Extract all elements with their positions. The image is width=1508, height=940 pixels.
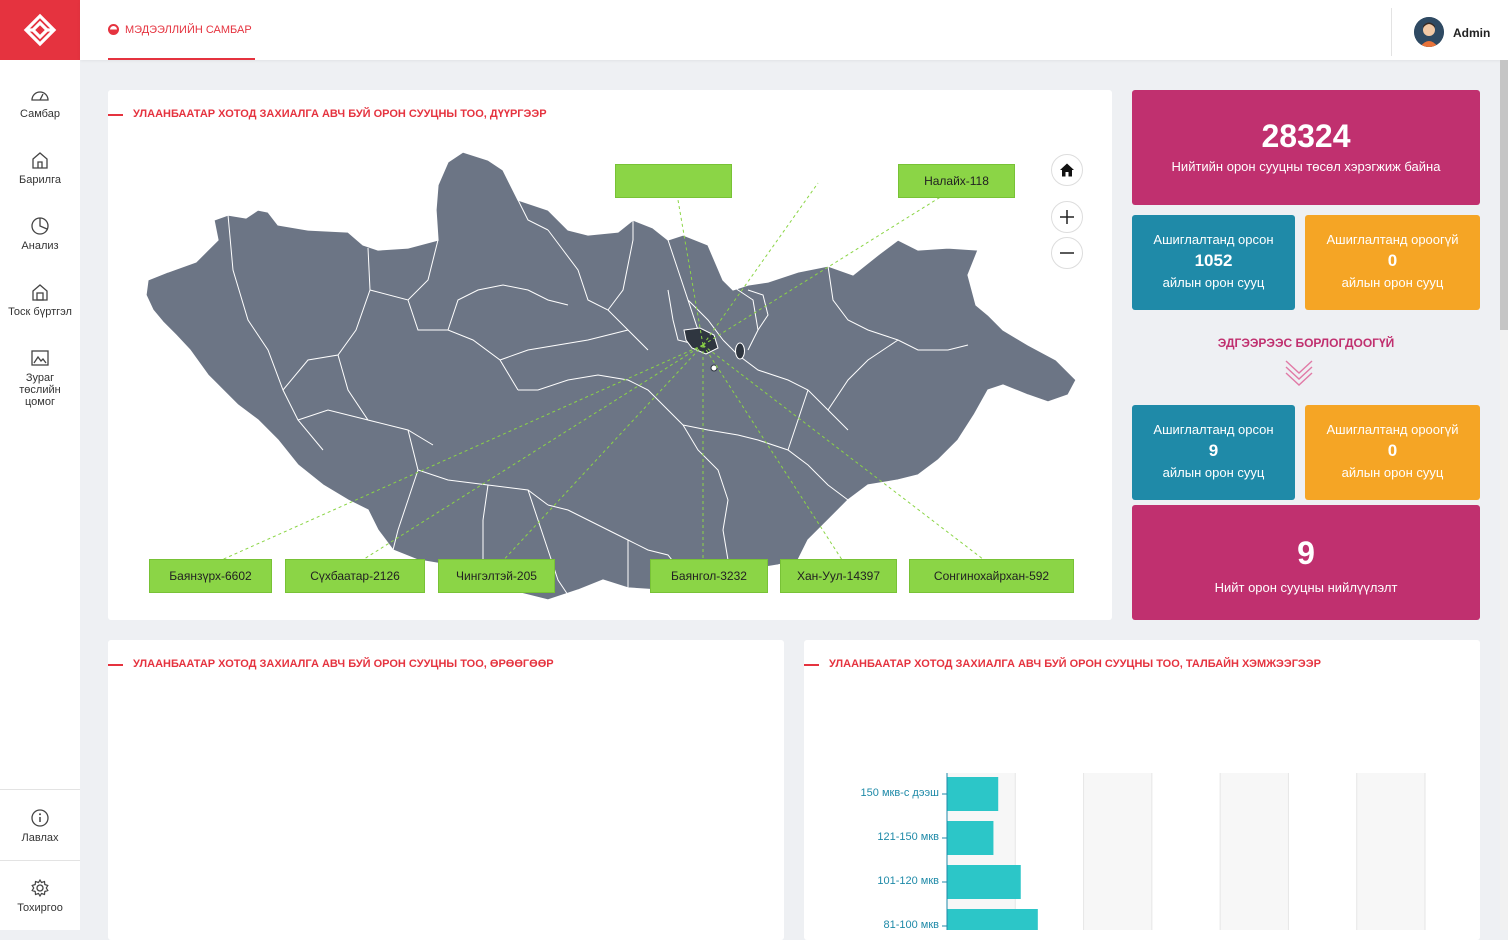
- sidebar-item-label: Самбар: [20, 108, 60, 120]
- map-home-button[interactable]: [1051, 154, 1083, 186]
- chart-bar[interactable]: [947, 865, 1021, 899]
- not-commissioned-title: Ашиглалтанд ороогүй: [1326, 232, 1459, 247]
- chart-category-label: 101-120 мкв: [877, 875, 939, 887]
- sidebar-item-label: Зураг төслийн цомог: [19, 372, 61, 408]
- not-commissioned-caption: айлын орон сууц: [1341, 275, 1444, 290]
- dashboard-icon: [31, 91, 49, 101]
- chart-category-label: 150 мкв-с дээш: [860, 787, 939, 799]
- scrollbar-thumb[interactable]: [1500, 60, 1508, 330]
- district-label-sukhbaatar[interactable]: Сүхбаатар-2126: [285, 559, 425, 593]
- sidebar-item-label: Тохиргоо: [17, 902, 63, 914]
- district-label-bayanzurkh[interactable]: Баянзүрх-6602: [149, 559, 272, 593]
- scrollbar[interactable]: [1500, 60, 1508, 930]
- dashboard-tab-icon: [108, 24, 119, 35]
- sidebar: Самбар Барилга Анализ Тоск бүртгэл Зураг…: [0, 60, 80, 930]
- total-projects-panel: 28324 Нийтийн орон сууцны төсөл хэрэгжиж…: [1132, 90, 1480, 205]
- unsold-commissioned-title: Ашиглалтанд орсон: [1153, 422, 1274, 437]
- district-label-nalaikh[interactable]: Налайх-118: [898, 164, 1015, 198]
- tab-label: МЭДЭЭЛЛИЙН САМБАР: [125, 24, 252, 36]
- map-card: УЛААНБААТАР ХОТОД ЗАХИАЛГА АВЧ БУЙ ОРОН …: [108, 90, 1112, 620]
- not-commissioned-value: 0: [1387, 251, 1398, 270]
- commissioned-value: 1052: [1194, 251, 1233, 270]
- minus-icon: [1060, 252, 1074, 254]
- avatar[interactable]: [1414, 17, 1444, 47]
- sidebar-item-analysis[interactable]: Анализ: [0, 216, 80, 252]
- district-label-khan-uul[interactable]: Хан-Уул-14397: [780, 559, 897, 593]
- unsold-commissioned-caption: айлын орон сууц: [1162, 465, 1265, 480]
- rooms-card: УЛААНБААТАР ХОТОД ЗАХИАЛГА АВЧ БУЙ ОРОН …: [108, 640, 784, 940]
- plus-icon: [1060, 210, 1074, 224]
- chart-category-label: 121-150 мкв: [877, 831, 939, 843]
- app-logo[interactable]: [0, 0, 80, 60]
- country-shape: [145, 151, 1077, 601]
- user-name[interactable]: Admin: [1453, 26, 1490, 40]
- nalaikh-shape: [735, 342, 745, 360]
- commissioned-caption: айлын орон сууц: [1162, 275, 1265, 290]
- chart-grid-band: [1015, 773, 1084, 930]
- zoom-out-button[interactable]: [1051, 237, 1083, 269]
- divider: [0, 789, 80, 790]
- total-supply-panel: 9 Нийт орон сууцны нийлүүлэлт: [1132, 505, 1480, 620]
- sidebar-item-label: Лавлах: [21, 832, 59, 844]
- not-commissioned-panel: Ашиглалтанд ороогүй 0 айлын орон сууц: [1305, 215, 1480, 310]
- rooms-card-title: УЛААНБААТАР ХОТОД ЗАХИАЛГА АВЧ БУЙ ОРОН …: [108, 658, 554, 670]
- unsold-not-commissioned-value: 0: [1387, 441, 1398, 460]
- commissioned-panel: Ашиглалтанд орсон 1052 айлын орон сууц: [1132, 215, 1295, 310]
- total-projects-caption: Нийтийн орон сууцны төсөл хэрэгжиж байна: [1171, 159, 1441, 174]
- tab-dashboard[interactable]: МЭДЭЭЛЛИЙН САМБАР: [108, 0, 255, 60]
- sidebar-item-building[interactable]: Барилга: [0, 150, 80, 186]
- divider: [0, 860, 80, 861]
- sidebar-item-gallery[interactable]: Зураг төслийн цомог: [0, 348, 80, 408]
- sidebar-item-label: Барилга: [19, 174, 61, 186]
- sidebar-item-label: Тоск бүртгэл: [8, 306, 72, 318]
- chevron-down-icon: [1285, 360, 1313, 386]
- chart-bar[interactable]: [947, 821, 994, 855]
- chart-grid-band: [1151, 773, 1221, 930]
- sidebar-item-settings[interactable]: Тохиргоо: [0, 878, 80, 914]
- total-projects-value: 28324: [1261, 118, 1351, 154]
- user-avatar-icon: [1414, 17, 1444, 47]
- home-icon: [32, 152, 48, 169]
- unsold-commissioned-panel: Ашиглалтанд орсон 9 айлын орон сууц: [1132, 405, 1295, 500]
- chart-grid-band: [1288, 773, 1357, 930]
- commissioned-title: Ашиглалтанд орсон: [1153, 232, 1274, 247]
- home-icon: [1060, 163, 1074, 177]
- chart-grid-band: [1220, 773, 1289, 930]
- sidebar-item-reference[interactable]: Лавлах: [0, 808, 80, 844]
- total-supply-value: 9: [1297, 535, 1315, 571]
- unsold-commissioned-value: 9: [1208, 441, 1219, 460]
- divider: [1391, 8, 1392, 56]
- sidebar-item-label: Анализ: [21, 240, 59, 252]
- logo-icon: [23, 13, 57, 47]
- unsold-not-commissioned-caption: айлын орон сууц: [1341, 465, 1444, 480]
- sidebar-item-dashboard[interactable]: Самбар: [0, 86, 80, 120]
- pie-chart-icon: [31, 217, 49, 235]
- info-icon: [31, 809, 49, 827]
- gallery-icon: [31, 350, 49, 366]
- area-card: УЛААНБААТАР ХОТОД ЗАХИАЛГА АВЧ БУЙ ОРОН …: [804, 640, 1480, 940]
- building-icon: [32, 284, 48, 301]
- chart-grid-band: [1083, 773, 1152, 930]
- gear-icon: [31, 878, 49, 898]
- unsold-not-commissioned-panel: Ашиглалтанд ороогүй 0 айлын орон сууц: [1305, 405, 1480, 500]
- sidebar-item-registry[interactable]: Тоск бүртгэл: [0, 282, 80, 318]
- chart-bar[interactable]: [947, 909, 1038, 930]
- district-label-empty[interactable]: [615, 164, 732, 198]
- chart-grid-band: [1356, 773, 1425, 930]
- top-bar: МЭДЭЭЛЛИЙН САМБАР Admin: [80, 0, 1508, 60]
- unsold-heading: ЭДГЭЭРЭЭС БОРЛОГДООГҮЙ: [1217, 336, 1395, 350]
- unsold-not-commissioned-title: Ашиглалтанд ороогүй: [1326, 422, 1459, 437]
- chart-bar[interactable]: [947, 777, 999, 811]
- total-supply-caption: Нийт орон сууцны нийлүүлэлт: [1214, 580, 1398, 595]
- zoom-in-button[interactable]: [1051, 201, 1083, 233]
- district-label-songinokhairkhan[interactable]: Сонгинохайрхан-592: [909, 559, 1074, 593]
- district-label-chingeltei[interactable]: Чингэлтэй-205: [438, 559, 555, 593]
- chart-category-label: 81-100 мкв: [883, 919, 939, 931]
- district-label-bayangol[interactable]: Баянгол-3232: [650, 559, 768, 593]
